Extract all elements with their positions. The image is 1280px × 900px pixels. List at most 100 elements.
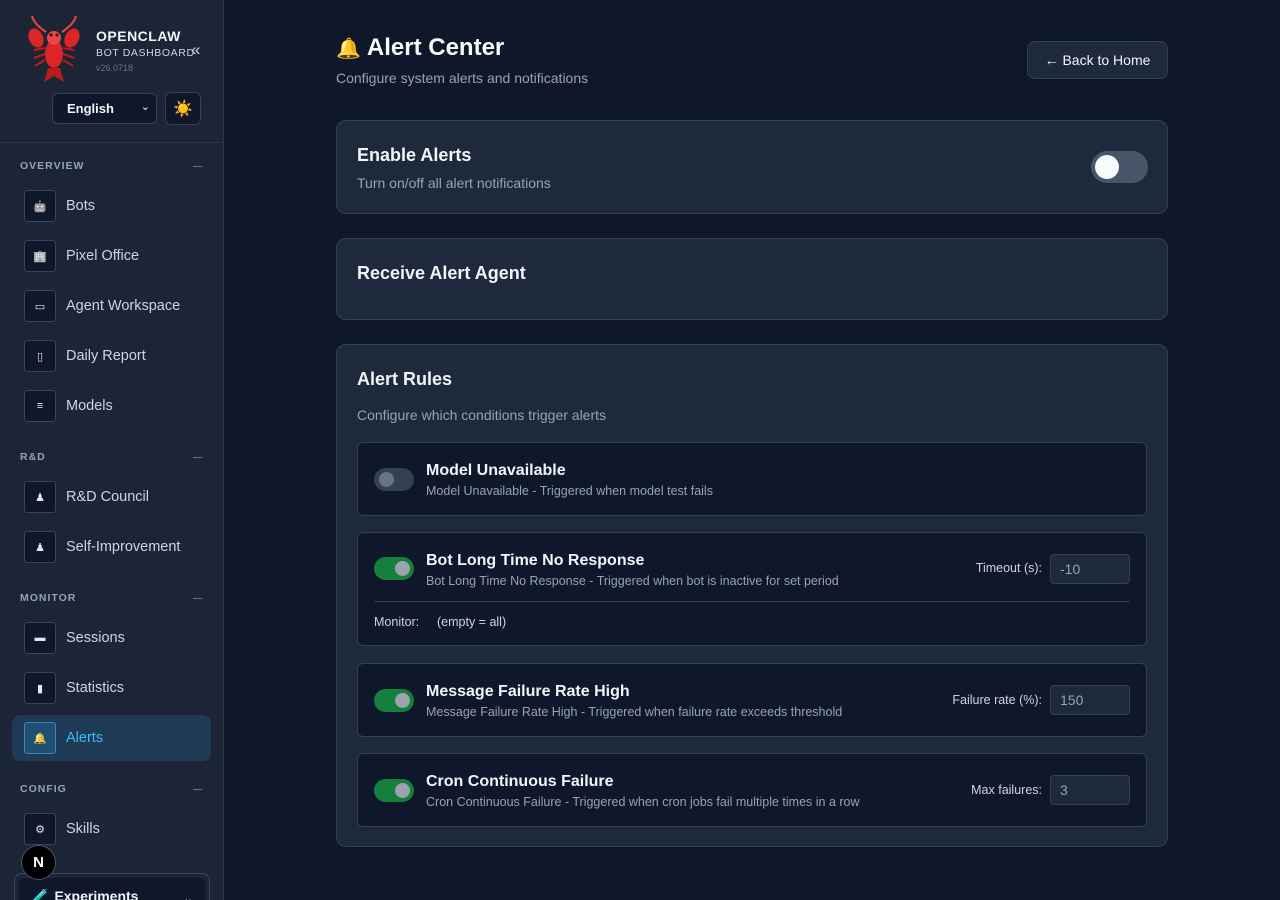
council-icon: ♟ xyxy=(24,481,56,513)
monitor-value[interactable]: (empty = all) xyxy=(437,615,506,629)
enable-alerts-card: Enable Alerts Turn on/off all alert noti… xyxy=(336,120,1168,214)
monitor-label: Monitor: xyxy=(374,615,420,629)
language-select-value: English xyxy=(67,101,114,116)
rule-title: Bot Long Time No Response xyxy=(426,552,645,569)
max-failures-label: Max failures: xyxy=(971,783,1042,797)
toggle-knob xyxy=(395,783,410,798)
sidebar-item-label: Self-Improvement xyxy=(66,539,181,555)
sidebar-item-statistics[interactable]: ▮ Statistics xyxy=(12,665,211,711)
page-title-text: Alert Center xyxy=(366,34,505,61)
section-heading: CONFIG xyxy=(20,783,67,795)
workspace-icon: ▭ xyxy=(24,290,56,322)
rule-message-failure-rate: Message Failure Rate High Message Failur… xyxy=(357,663,1147,737)
sidebar-item-label: Alerts xyxy=(66,730,104,746)
sidebar-item-label: Skills xyxy=(66,821,100,837)
test-tube-icon: 🧪 xyxy=(31,887,49,900)
max-failures-input[interactable]: 3 xyxy=(1050,775,1130,805)
toggle-knob xyxy=(395,561,410,576)
sidebar-item-bots[interactable]: 🤖 Bots xyxy=(12,183,211,229)
improve-icon: ♟ xyxy=(24,531,56,563)
model-icon: ≡ xyxy=(24,390,56,422)
sidebar-item-r-d-council[interactable]: ♟ R&D Council xyxy=(12,474,211,520)
enable-alerts-toggle[interactable] xyxy=(1091,151,1148,183)
rule-toggle[interactable] xyxy=(374,468,414,491)
back-to-home-button[interactable]: ← Back to Home xyxy=(1027,41,1168,79)
section-collapse-icon[interactable] xyxy=(193,166,202,167)
experiments-label: Experiments xyxy=(54,888,139,900)
experiments-toggle[interactable]: 🧪 Experiments ⌄ xyxy=(19,878,205,900)
sidebar-item-label: Sessions xyxy=(66,630,125,646)
sidebar-item-label: R&D Council xyxy=(66,489,149,505)
alert-rules-description: Configure which conditions trigger alert… xyxy=(357,407,607,423)
alert-rules-title: Alert Rules xyxy=(357,369,453,389)
failure-rate-input[interactable]: 150 xyxy=(1050,685,1130,715)
section-collapse-icon[interactable] xyxy=(193,598,202,599)
sidebar-item-label: Bots xyxy=(66,198,96,214)
main-content: 🔔 Alert Center Configure system alerts a… xyxy=(224,0,1280,900)
brand-version: v26.0718 xyxy=(96,63,134,73)
toggle-knob xyxy=(379,472,394,487)
brand-name: OPENCLAW xyxy=(96,28,181,44)
alert-rules-card: Alert Rules Configure which conditions t… xyxy=(336,344,1168,847)
report-icon: ▯ xyxy=(24,340,56,372)
page-subtitle: Configure system alerts and notification… xyxy=(336,70,589,86)
rule-divider xyxy=(374,601,1130,602)
rule-description: Cron Continuous Failure - Triggered when… xyxy=(426,795,860,809)
brand-header: OPENCLAW BOT DASHBOARD v26.0718 « Englis… xyxy=(0,0,223,143)
enable-alerts-title: Enable Alerts xyxy=(357,145,472,165)
rule-description: Model Unavailable - Triggered when model… xyxy=(426,484,713,498)
sidebar-item-agent-workspace[interactable]: ▭ Agent Workspace xyxy=(12,283,211,329)
receive-alert-agent-card: Receive Alert Agent xyxy=(336,238,1168,320)
brand-subtitle: BOT DASHBOARD xyxy=(96,47,195,59)
toggle-knob xyxy=(395,693,410,708)
section-collapse-icon[interactable] xyxy=(193,789,202,790)
timeout-label: Timeout (s): xyxy=(975,561,1042,575)
failure-rate-label: Failure rate (%): xyxy=(952,693,1042,707)
section-collapse-icon[interactable] xyxy=(193,457,202,458)
receive-alert-agent-title: Receive Alert Agent xyxy=(357,263,526,283)
sidebar-item-pixel-office[interactable]: 🏢 Pixel Office xyxy=(12,233,211,279)
section-heading: MONITOR xyxy=(20,592,77,604)
bell-icon: 🔔 xyxy=(336,37,361,60)
skills-icon: ⚙ xyxy=(24,813,56,845)
collapse-sidebar-button[interactable]: « xyxy=(191,40,200,60)
chat-icon: ▬ xyxy=(24,622,56,654)
bell-icon: 🔔 xyxy=(24,722,56,754)
enable-alerts-description: Turn on/off all alert notifications xyxy=(357,175,551,191)
sidebar-item-label: Daily Report xyxy=(66,348,146,364)
section-heading: R&D xyxy=(20,451,46,463)
section-heading: OVERVIEW xyxy=(20,160,85,172)
rule-description: Message Failure Rate High - Triggered wh… xyxy=(426,705,843,719)
sidebar-item-alerts[interactable]: 🔔 Alerts xyxy=(12,715,211,761)
theme-toggle-button[interactable]: ☀️ xyxy=(165,92,201,125)
rule-toggle[interactable] xyxy=(374,557,414,580)
chart-icon: ▮ xyxy=(24,672,56,704)
lobster-icon xyxy=(28,15,80,82)
sidebar-item-daily-report[interactable]: ▯ Daily Report xyxy=(12,333,211,379)
rule-bot-no-response: Bot Long Time No Response Bot Long Time … xyxy=(357,532,1147,646)
sidebar-item-self-improvement[interactable]: ♟ Self-Improvement xyxy=(12,524,211,570)
chevron-down-icon: ⌄ xyxy=(183,893,193,900)
timeout-input[interactable]: -10 xyxy=(1050,554,1130,584)
language-select[interactable]: English ⌄ xyxy=(52,93,157,124)
rule-toggle[interactable] xyxy=(374,779,414,802)
toggle-knob xyxy=(1095,155,1119,179)
office-icon: 🏢 xyxy=(24,240,56,272)
rule-description: Bot Long Time No Response - Triggered wh… xyxy=(426,574,839,588)
next-dev-button[interactable]: N xyxy=(21,845,56,880)
rule-model-unavailable: Model Unavailable Model Unavailable - Tr… xyxy=(357,442,1147,516)
sidebar-item-label: Statistics xyxy=(66,680,125,696)
rule-toggle[interactable] xyxy=(374,689,414,712)
rule-cron-failure: Cron Continuous Failure Cron Continuous … xyxy=(357,753,1147,827)
sidebar-item-label: Models xyxy=(66,398,113,414)
sidebar-item-sessions[interactable]: ▬ Sessions xyxy=(12,615,211,661)
sidebar-item-label: Pixel Office xyxy=(66,248,140,264)
chevron-down-icon: ⌄ xyxy=(140,101,150,113)
rule-title: Cron Continuous Failure xyxy=(426,773,614,790)
rule-title: Model Unavailable xyxy=(426,462,566,479)
sidebar: OPENCLAW BOT DASHBOARD v26.0718 « Englis… xyxy=(0,0,224,900)
sidebar-item-models[interactable]: ≡ Models xyxy=(12,383,211,429)
page-title: 🔔 Alert Center xyxy=(336,34,504,62)
robot-icon: 🤖 xyxy=(24,190,56,222)
rule-title: Message Failure Rate High xyxy=(426,683,630,700)
